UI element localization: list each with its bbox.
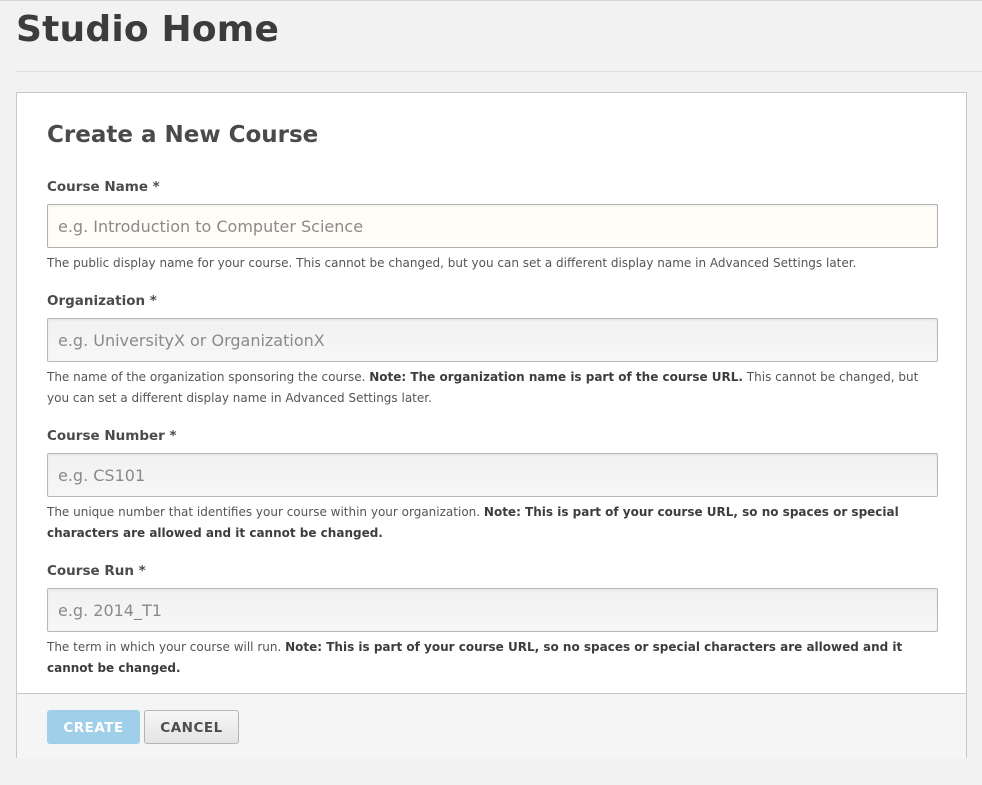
course-name-label: Course Name *	[47, 179, 160, 195]
course-name-input[interactable]	[47, 204, 938, 248]
organization-input[interactable]	[47, 318, 938, 362]
course-run-label: Course Run *	[47, 563, 146, 579]
create-course-panel: Create a New Course Course Name * The pu…	[16, 92, 967, 758]
organization-label: Organization *	[47, 293, 157, 309]
title-divider	[16, 71, 982, 72]
course-number-input[interactable]	[47, 453, 938, 497]
course-number-label: Course Number *	[47, 428, 177, 444]
page-title: Studio Home	[16, 9, 280, 50]
course-run-tip-text: The term in which your course will run.	[47, 640, 286, 654]
form-actions: CREATE CANCEL	[17, 693, 966, 758]
organization-tip: The name of the organization sponsoring …	[47, 367, 927, 409]
course-number-tip-text: The unique number that identifies your c…	[47, 505, 484, 519]
course-run-tip: The term in which your course will run. …	[47, 637, 947, 679]
organization-tip-text: The name of the organization sponsoring …	[47, 370, 370, 384]
organization-tip-note: Note: The organization name is part of t…	[369, 370, 743, 384]
course-run-input[interactable]	[47, 588, 938, 632]
top-border	[0, 0, 982, 1]
cancel-button[interactable]: CANCEL	[144, 710, 239, 744]
course-number-tip: The unique number that identifies your c…	[47, 502, 927, 544]
course-name-tip: The public display name for your course.…	[47, 256, 857, 270]
form-title: Create a New Course	[47, 122, 319, 148]
create-button[interactable]: CREATE	[47, 710, 140, 744]
